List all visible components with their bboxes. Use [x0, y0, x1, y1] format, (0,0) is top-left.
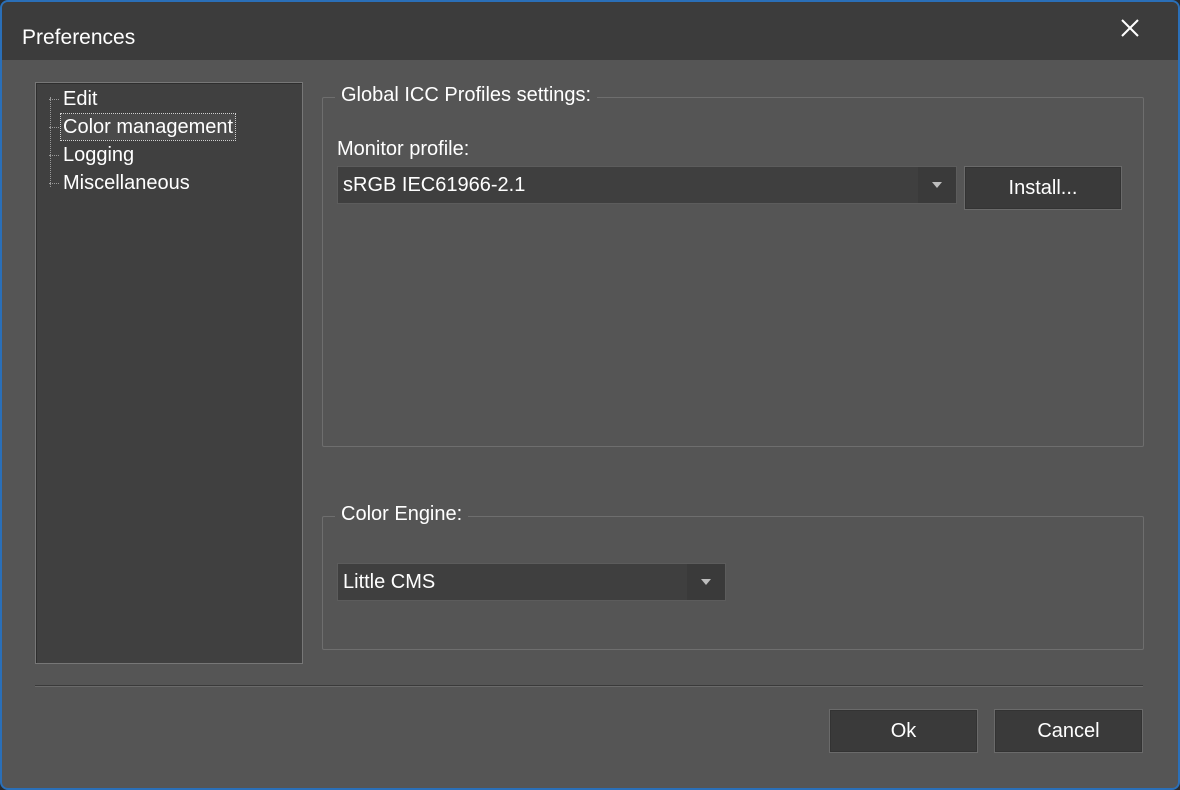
close-button[interactable] [1110, 10, 1150, 46]
dropdown-arrow [687, 564, 725, 600]
tree-branch [49, 183, 59, 184]
sidebar-item-label: Edit [63, 88, 98, 110]
chevron-down-icon [932, 182, 942, 188]
tree-branch [49, 99, 59, 100]
sidebar-item-label: Miscellaneous [63, 172, 190, 194]
close-icon [1121, 19, 1139, 37]
sidebar-item-label: Logging [63, 144, 135, 166]
dialog-title: Preferences [22, 26, 136, 49]
sidebar-item-label: Color management [63, 116, 234, 138]
color-engine-select[interactable]: Little CMS [337, 563, 726, 601]
tree-connector [50, 97, 51, 187]
ok-button[interactable]: Ok [829, 709, 978, 753]
chevron-down-icon [701, 579, 711, 585]
color-engine-value: Little CMS [343, 571, 436, 593]
color-engine-group-title: Color Engine: [335, 503, 469, 526]
tree-branch [49, 155, 59, 156]
sidebar-item-edit[interactable]: Edit [49, 86, 99, 112]
sidebar-item-color-management[interactable]: Color management [49, 113, 237, 141]
title-bar: Preferences [2, 2, 1178, 60]
monitor-profile-label: Monitor profile: [337, 138, 470, 160]
monitor-profile-value: sRGB IEC61966-2.1 [343, 174, 526, 196]
tree-branch [49, 127, 59, 128]
footer-separator [35, 685, 1143, 687]
monitor-profile-select[interactable]: sRGB IEC61966-2.1 [337, 166, 957, 204]
sidebar-item-miscellaneous[interactable]: Miscellaneous [49, 170, 192, 196]
sidebar-item-logging[interactable]: Logging [49, 142, 136, 168]
install-button[interactable]: Install... [964, 166, 1122, 210]
preferences-category-tree[interactable]: Edit Color management Logging Miscellane… [35, 82, 303, 664]
dropdown-arrow [918, 167, 956, 203]
preferences-dialog: Preferences Edit Color management Loggin… [0, 0, 1180, 790]
cancel-button[interactable]: Cancel [994, 709, 1143, 753]
icc-group-title: Global ICC Profiles settings: [335, 84, 598, 107]
